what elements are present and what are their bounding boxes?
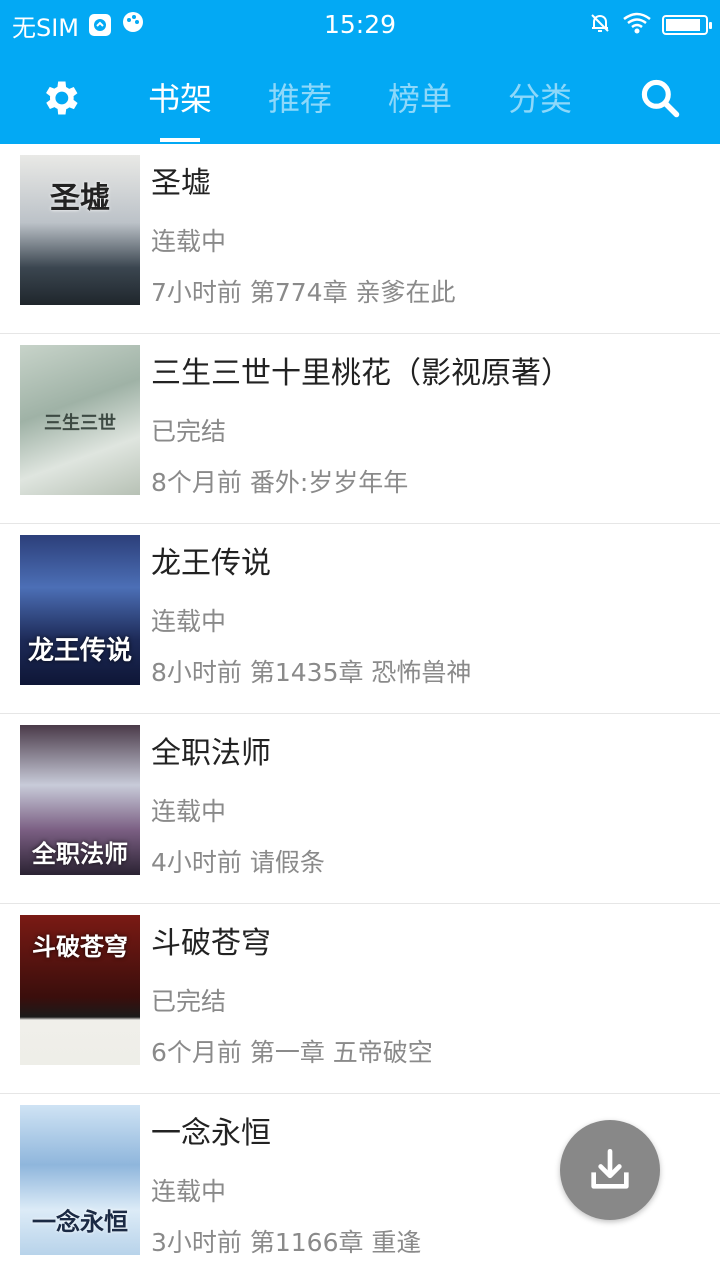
search-button[interactable] bbox=[636, 74, 684, 122]
book-title: 斗破苍穹 bbox=[151, 926, 271, 961]
cover-title: 圣墟 bbox=[50, 181, 110, 216]
cover-title: 一念永恒 bbox=[32, 1208, 128, 1236]
book-cover[interactable]: 圣墟 bbox=[20, 155, 140, 305]
book-status: 连载中 bbox=[151, 607, 227, 636]
book-latest-update: 8个月前 番外:岁岁年年 bbox=[151, 468, 409, 497]
tab-label: 书架 bbox=[147, 80, 212, 118]
book-status: 连载中 bbox=[151, 227, 227, 256]
tab-ranking[interactable]: 榜单 bbox=[360, 50, 480, 144]
book-title: 圣墟 bbox=[151, 166, 211, 201]
book-latest-update: 6个月前 第一章 五帝破空 bbox=[151, 1038, 433, 1067]
search-icon bbox=[641, 79, 680, 118]
book-title: 一念永恒 bbox=[151, 1116, 271, 1151]
status-right bbox=[588, 10, 712, 40]
cover-title: 斗破苍穹 bbox=[32, 933, 128, 961]
book-title: 全职法师 bbox=[151, 736, 271, 771]
status-bar: 无SIM 15:29 bbox=[0, 0, 720, 50]
tab-label: 分类 bbox=[507, 80, 572, 118]
nav-bar: 书架 推荐 榜单 分类 bbox=[0, 50, 720, 144]
battery-fill bbox=[666, 19, 700, 31]
book-item[interactable]: 圣墟 圣墟 连载中 7小时前 第774章 亲爹在此 bbox=[0, 144, 720, 334]
book-title: 龙王传说 bbox=[151, 546, 271, 581]
tab-label: 榜单 bbox=[387, 80, 452, 118]
book-status: 连载中 bbox=[151, 797, 227, 826]
tab-label: 推荐 bbox=[267, 80, 332, 118]
settings-button[interactable] bbox=[36, 74, 84, 122]
cover-title: 三生三世 bbox=[44, 413, 116, 434]
tab-bar: 书架 推荐 榜单 分类 bbox=[120, 50, 600, 144]
book-title: 三生三世十里桃花（影视原著） bbox=[151, 356, 571, 391]
book-latest-update: 3小时前 第1166章 重逢 bbox=[151, 1228, 422, 1257]
book-cover[interactable]: 全职法师 bbox=[20, 725, 140, 875]
tab-indicator bbox=[160, 138, 200, 142]
battery-icon bbox=[662, 15, 712, 35]
book-item[interactable]: 三生三世 三生三世十里桃花（影视原著） 已完结 8个月前 番外:岁岁年年 bbox=[0, 334, 720, 524]
wifi-icon bbox=[622, 11, 652, 39]
book-item[interactable]: 斗破苍穹 斗破苍穹 已完结 6个月前 第一章 五帝破空 bbox=[0, 904, 720, 1094]
book-cover[interactable]: 斗破苍穹 bbox=[20, 915, 140, 1065]
book-latest-update: 4小时前 请假条 bbox=[151, 848, 325, 877]
download-button[interactable] bbox=[560, 1120, 660, 1220]
book-status: 已完结 bbox=[151, 417, 227, 446]
book-cover[interactable]: 三生三世 bbox=[20, 345, 140, 495]
book-list: 圣墟 圣墟 连载中 7小时前 第774章 亲爹在此 三生三世 三生三世十里桃花（… bbox=[0, 144, 720, 1280]
tab-category[interactable]: 分类 bbox=[480, 50, 600, 144]
cover-title: 龙王传说 bbox=[27, 636, 132, 666]
bell-off-icon bbox=[588, 11, 612, 39]
download-icon bbox=[591, 1149, 629, 1189]
gear-icon bbox=[46, 81, 78, 115]
cover-title: 全职法师 bbox=[32, 840, 128, 868]
tab-bookshelf[interactable]: 书架 bbox=[120, 50, 240, 144]
book-cover[interactable]: 一念永恒 bbox=[20, 1105, 140, 1255]
book-latest-update: 8小时前 第1435章 恐怖兽神 bbox=[151, 658, 472, 687]
book-item[interactable]: 全职法师 全职法师 连载中 4小时前 请假条 bbox=[0, 714, 720, 904]
book-status: 已完结 bbox=[151, 987, 227, 1016]
book-latest-update: 7小时前 第774章 亲爹在此 bbox=[151, 278, 456, 307]
book-cover[interactable]: 龙王传说 bbox=[20, 535, 140, 685]
book-status: 连载中 bbox=[151, 1177, 227, 1206]
tab-recommend[interactable]: 推荐 bbox=[240, 50, 360, 144]
book-item[interactable]: 龙王传说 龙王传说 连载中 8小时前 第1435章 恐怖兽神 bbox=[0, 524, 720, 714]
